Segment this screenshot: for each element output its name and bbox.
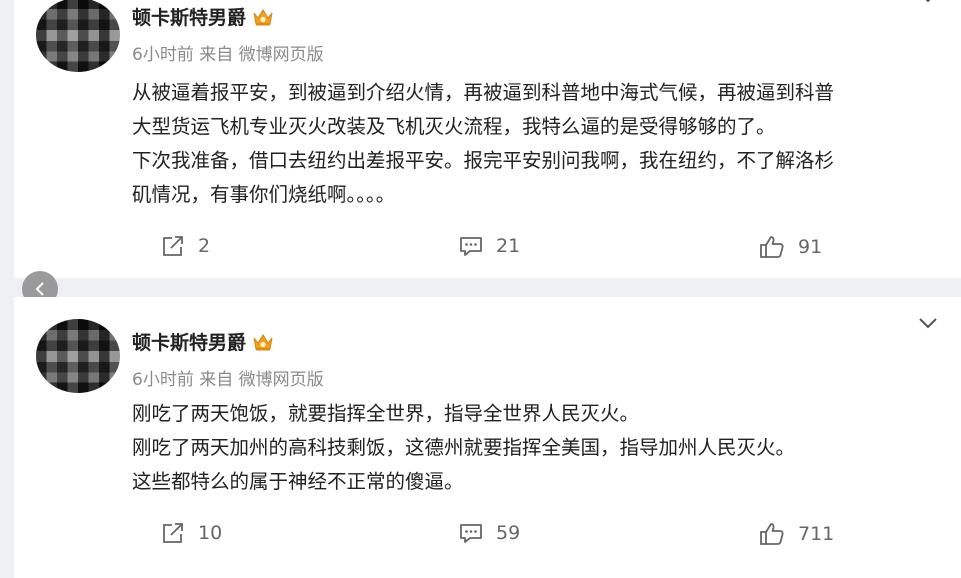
- post-text-line: 大型货运飞机专业灭火改装及飞机灭火流程，我特么逼的是受得够够的了。: [132, 115, 776, 138]
- comment-count: 59: [496, 522, 521, 544]
- like-count: 711: [798, 523, 835, 545]
- comment-button[interactable]: 59: [458, 521, 520, 545]
- like-button[interactable]: 91: [758, 234, 822, 260]
- avatar[interactable]: [36, 0, 120, 72]
- share-icon: [163, 523, 183, 543]
- share-button[interactable]: 2: [160, 234, 210, 258]
- share-button[interactable]: 10: [160, 521, 222, 545]
- thumbs-up-icon: [760, 236, 784, 258]
- chevron-left-icon: [35, 282, 44, 296]
- post-header: 顿卡斯特男爵: [132, 3, 274, 30]
- like-count: 91: [798, 236, 823, 258]
- post-actions: 10 59 711: [14, 521, 961, 553]
- post-text-line: 矶情况，有事你们烧纸啊。。。。: [132, 183, 396, 206]
- chevron-down-icon[interactable]: [917, 316, 939, 330]
- comment-count: 21: [496, 235, 521, 257]
- thumbs-up-icon: [760, 523, 784, 545]
- share-icon: [163, 236, 183, 256]
- post-actions: 2 21 91: [14, 234, 961, 266]
- post-card: 顿卡斯特男爵 6小时前 来自 微博网页版 从被逼着报平安，到被逼到介绍火情，再被…: [14, 0, 961, 278]
- post-meta: 6小时前 来自 微博网页版: [132, 370, 324, 390]
- comment-button[interactable]: 21: [458, 234, 520, 258]
- post-meta: 6小时前 来自 微博网页版: [132, 45, 324, 65]
- post-text-line: 刚吃了两天加州的高科技剩饭，这德州就要指挥全美国，指导加州人民灭火。: [132, 436, 796, 459]
- username[interactable]: 顿卡斯特男爵: [132, 328, 246, 355]
- chevron-down-icon[interactable]: [917, 0, 939, 4]
- post-text: 从被逼着报平安，到被逼到介绍火情，再被逼到科普地中海式气候，再被逼到科普 大型货…: [132, 76, 942, 212]
- post-text-line: 刚吃了两天饱饭，就要指挥全世界，指导全世界人民灭火。: [132, 402, 640, 425]
- post-text: 刚吃了两天饱饭，就要指挥全世界，指导全世界人民灭火。 刚吃了两天加州的高科技剩饭…: [132, 397, 942, 499]
- username[interactable]: 顿卡斯特男爵: [132, 3, 246, 30]
- like-button[interactable]: 711: [758, 521, 834, 547]
- share-count: 2: [198, 235, 211, 257]
- comment-icon: [460, 237, 482, 256]
- post-text-line: 下次我准备，借口去纽约出差报平安。报完平安别问我啊，我在纽约，不了解洛杉: [132, 149, 835, 172]
- crown-badge-icon: [253, 333, 273, 350]
- post-header: 顿卡斯特男爵: [132, 328, 274, 355]
- comment-icon: [460, 524, 482, 543]
- share-count: 10: [198, 522, 223, 544]
- avatar[interactable]: [36, 319, 120, 393]
- post-text-line: 从被逼着报平安，到被逼到介绍火情，再被逼到科普地中海式气候，再被逼到科普: [132, 81, 835, 104]
- crown-badge-icon: [253, 8, 273, 25]
- post-text-line: 这些都特么的属于神经不正常的傻逼。: [132, 470, 464, 493]
